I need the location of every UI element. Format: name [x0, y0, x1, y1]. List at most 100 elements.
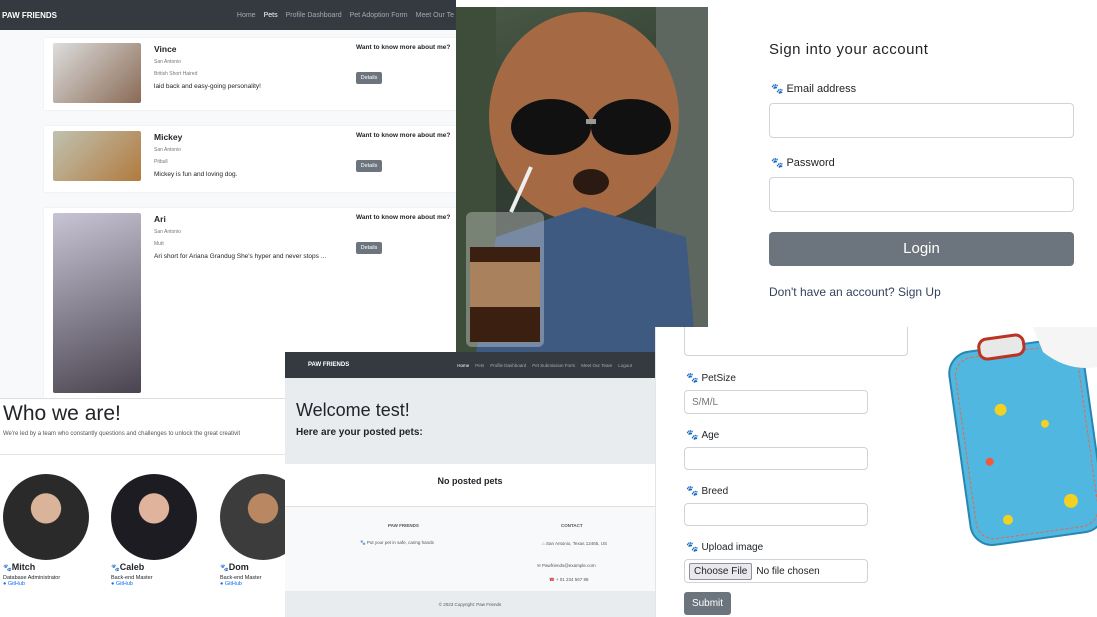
avatar	[3, 474, 89, 560]
avatar	[111, 474, 197, 560]
nav-link[interactable]: Pet Adoption Form	[350, 12, 408, 19]
team-title: Who we are!	[3, 402, 121, 425]
nav-link[interactable]: Home	[457, 363, 469, 368]
pet-name: Ari	[154, 214, 166, 224]
github-link[interactable]: ● GitHub	[220, 581, 288, 587]
nav-link[interactable]: Logout	[618, 363, 632, 368]
pet-card: Mickey San Antonio Pitbull Mickey is fun an…	[44, 126, 456, 192]
github-link-text[interactable]: GitHub	[8, 581, 25, 587]
petsize-input[interactable]	[684, 390, 868, 414]
dog-suitcase-photo	[948, 327, 1097, 557]
dashboard-navbar: PAW FRIENDS Home Pets Profile Dashboard Pet…	[285, 352, 655, 378]
dog-nose	[573, 169, 609, 195]
cup-sleeve	[470, 262, 540, 307]
github-link[interactable]: ● GitHub	[111, 581, 201, 587]
password-label: 🐾 Password	[771, 157, 835, 169]
paw-icon: 🐾	[686, 486, 699, 497]
member-name-text: Caleb	[119, 562, 145, 572]
member-name: 🐾Dom	[220, 562, 288, 572]
github-link[interactable]: ● GitHub	[3, 581, 93, 587]
member-name-text: Mitch	[11, 562, 36, 572]
age-input[interactable]	[684, 447, 868, 470]
member-name-text: Dom	[228, 562, 249, 572]
email-label-text: Email address	[786, 83, 857, 95]
paw-icon: 🐾	[3, 565, 12, 572]
nav-link[interactable]: Pets	[264, 12, 278, 19]
paw-icon: 🐾	[686, 430, 699, 441]
login-button[interactable]: Login	[769, 232, 1074, 266]
member-name: 🐾Mitch	[3, 562, 93, 572]
footer-copyright-bar: © 2023 Copyright: Paw Friends	[285, 591, 655, 617]
footer-phone: ☎ + 01 234 567 88	[549, 577, 589, 583]
paw-icon: 🐾	[220, 565, 229, 572]
pet-description: laid back and easy-going personality!	[154, 83, 261, 90]
pet-breed: Mutt	[154, 241, 164, 247]
submit-button[interactable]: Submit	[684, 592, 731, 615]
details-button[interactable]: Details	[356, 72, 382, 84]
nav-link[interactable]: Home	[237, 12, 256, 19]
avatar	[220, 474, 288, 560]
footer-email: ✉ Pawfriends@example.com	[537, 563, 596, 569]
nav-link[interactable]: Profile Dashboard	[286, 12, 342, 19]
email-label: 🐾 Email address	[771, 83, 856, 95]
welcome-hero: Welcome test! Here are your posted pets:	[285, 378, 655, 464]
member-name: 🐾Caleb	[111, 562, 201, 572]
sunglasses-left-lens	[511, 99, 591, 155]
paw-icon: 🐾	[771, 84, 784, 95]
dog-illustration	[456, 7, 708, 352]
footer-brand-title: PAW FRIENDS	[388, 523, 419, 528]
brand-logo[interactable]: PAW FRIENDS	[2, 11, 57, 20]
pet-breed: Pitbull	[154, 159, 168, 165]
login-title: Sign into your account	[769, 41, 929, 58]
copyright-text: © 2023 Copyright: Paw Friends	[438, 602, 502, 607]
github-link-text[interactable]: GitHub	[116, 581, 133, 587]
dashboard-page: PAW FRIENDS Home Pets Profile Dashboard Pet…	[285, 352, 655, 617]
nav-link[interactable]: Profile Dashboard	[490, 363, 526, 368]
pet-city: San Antonio	[154, 229, 181, 235]
petsize-label-text: PetSize	[701, 373, 736, 384]
team-member: 🐾Mitch Database Administrator ● GitHub	[3, 474, 93, 604]
divider	[0, 454, 288, 455]
phone-icon: ☎	[549, 577, 556, 582]
nav-link[interactable]: Pet Submission Form	[532, 363, 575, 368]
description-textarea[interactable]	[684, 327, 908, 356]
paw-icon: 🐾	[111, 565, 120, 572]
pet-city: San Antonio	[154, 147, 181, 153]
breed-input[interactable]	[684, 503, 868, 526]
pet-cta: Want to know more about me?	[356, 44, 451, 51]
welcome-heading: Welcome test!	[296, 400, 410, 420]
password-label-text: Password	[786, 157, 835, 169]
password-input[interactable]	[769, 177, 1074, 212]
pets-page: PAW FRIENDS Home Pets Profile Dashboard Pet…	[0, 0, 456, 398]
sunglasses-bridge	[586, 119, 596, 124]
details-button[interactable]: Details	[356, 242, 382, 254]
nav-link[interactable]: Pets	[475, 363, 484, 368]
footer-email-text[interactable]: Pawfriends@example.com	[542, 563, 596, 568]
suitcase-illustration	[948, 327, 1097, 547]
team-member: 🐾Dom Back-end Master ● GitHub	[220, 474, 288, 604]
pet-cta: Want to know more about me?	[356, 214, 451, 221]
pets-nav-links: Home Pets Profile Dashboard Pet Adoption Fo…	[237, 12, 454, 19]
dashboard-nav-links: Home Pets Profile Dashboard Pet Submission …	[457, 363, 632, 368]
team-subtitle: We're led by a team who constantly quest…	[3, 431, 241, 437]
email-input[interactable]	[769, 103, 1074, 138]
paw-icon: 🐾	[771, 158, 784, 169]
team-page: Who we are! We're led by a team who cons…	[0, 398, 288, 617]
dog-sunglasses-photo	[456, 7, 708, 352]
suitcase-handle	[977, 333, 1026, 361]
nav-link[interactable]: Meet Our Team	[581, 363, 612, 368]
petsize-label: 🐾 PetSize	[686, 373, 736, 384]
github-link-text[interactable]: GitHub	[225, 581, 242, 587]
pet-description: Mickey is fun and loving dog.	[154, 171, 238, 178]
paw-icon: 🐾	[360, 540, 367, 545]
nav-link[interactable]: Meet Our Te	[416, 12, 454, 19]
footer-tagline: 🐾 Put your pet in safe, caring hands	[360, 540, 434, 546]
dashboard-brand[interactable]: PAW FRIENDS	[308, 362, 349, 368]
paw-icon: 🐾	[686, 542, 699, 553]
signup-link[interactable]: Don't have an account? Sign Up	[769, 285, 941, 299]
choose-file-button[interactable]: Choose File	[689, 562, 753, 580]
details-button[interactable]: Details	[356, 160, 382, 172]
footer-address: ⌂ San Antonio, Texas 12465, US	[537, 540, 612, 548]
footer-contact-title: CONTACT	[561, 523, 583, 528]
team-member: 🐾Caleb Back-end Master ● GitHub	[111, 474, 201, 604]
